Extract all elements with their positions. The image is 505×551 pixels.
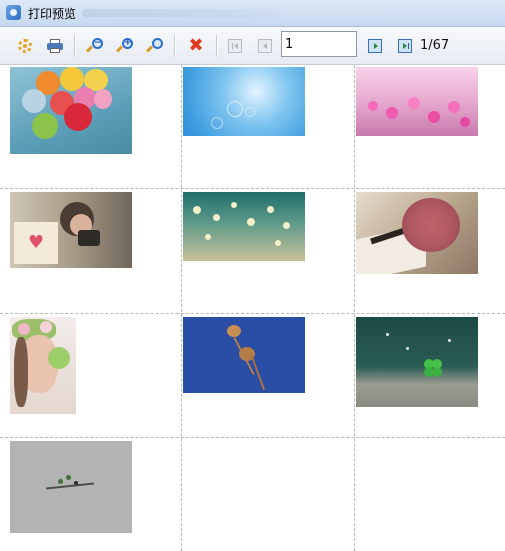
- thumbnail-blue-sky-bokeh[interactable]: [183, 67, 305, 136]
- thumbnail-bokeh-lights[interactable]: [183, 192, 305, 261]
- title-bar-blurred-area: [82, 9, 282, 17]
- close-button[interactable]: ✖: [185, 35, 207, 57]
- print-button[interactable]: [44, 35, 66, 57]
- toolbar: − + ✖ 1/67: [0, 27, 505, 65]
- close-icon: ✖: [188, 35, 204, 56]
- toolbar-separator: [74, 35, 76, 57]
- previous-page-button[interactable]: [254, 35, 276, 57]
- thumbnail-dried-flower-on-blue[interactable]: [183, 317, 305, 393]
- toolbar-separator: [216, 35, 218, 57]
- grid-divider: [0, 188, 505, 189]
- grid-divider: [354, 65, 355, 551]
- toolbar-separator: [174, 35, 176, 57]
- thumbnail-balloons[interactable]: [10, 67, 132, 154]
- gear-icon: [18, 39, 32, 53]
- thumbnail-grey-with-small-plant[interactable]: [10, 441, 132, 533]
- previous-page-icon: [258, 39, 272, 53]
- grid-divider: [0, 313, 505, 314]
- app-icon: [6, 5, 21, 20]
- preview-grid: ♥: [0, 65, 505, 551]
- zoom-out-icon: −: [85, 38, 103, 54]
- next-page-icon: [368, 39, 382, 53]
- last-page-icon: [398, 39, 412, 53]
- last-page-button[interactable]: [394, 35, 416, 57]
- printer-icon: [47, 39, 63, 53]
- settings-button[interactable]: [14, 35, 36, 57]
- first-page-button[interactable]: [224, 35, 246, 57]
- page-count: 1/67: [420, 38, 450, 53]
- thumbnail-four-leaf-clover[interactable]: [356, 317, 478, 407]
- zoom-in-button[interactable]: +: [114, 35, 136, 57]
- first-page-icon: [228, 39, 242, 53]
- next-page-button[interactable]: [364, 35, 386, 57]
- page-number-input[interactable]: [281, 31, 357, 57]
- thumbnail-pink-flowers[interactable]: [356, 67, 478, 136]
- grid-divider: [181, 65, 182, 551]
- zoom-out-button[interactable]: −: [84, 35, 106, 57]
- thumbnail-rose-on-book[interactable]: [356, 192, 478, 274]
- window-title: 打印预览: [28, 7, 77, 21]
- thumbnail-girl-with-flower-crown[interactable]: [10, 317, 76, 414]
- thumbnail-girl-with-camera[interactable]: ♥: [10, 192, 132, 268]
- zoom-in-icon: +: [115, 38, 133, 54]
- title-bar: 打印预览: [0, 0, 505, 27]
- zoom-icon: [145, 38, 163, 54]
- zoom-button[interactable]: [144, 35, 166, 57]
- grid-divider: [0, 437, 505, 438]
